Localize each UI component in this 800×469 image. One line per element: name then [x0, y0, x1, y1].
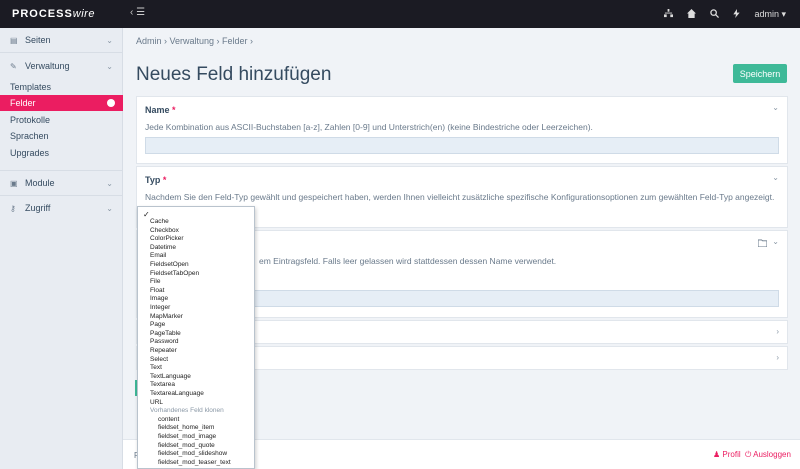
logout-link[interactable]: ⏻ Ausloggen: [745, 450, 791, 460]
folder-icon[interactable]: [757, 239, 768, 249]
dropdown-option[interactable]: Cache: [150, 218, 169, 227]
dropdown-clone-option[interactable]: content: [158, 416, 179, 425]
dropdown-option[interactable]: Page: [150, 321, 165, 330]
breadcrumb[interactable]: Admin › Verwaltung › Felder ›: [136, 36, 253, 46]
logo-strong: PROCESS: [12, 8, 73, 20]
type-label-text: Typ: [145, 175, 161, 185]
sidebar-subitem-templates[interactable]: Templates: [0, 79, 123, 95]
dropdown-option[interactable]: Integer: [150, 304, 170, 313]
chevron-down-icon: ⌄: [106, 178, 113, 188]
sidebar-toggle-button[interactable]: ‹ ☰: [130, 7, 145, 18]
sidebar-item-seiten[interactable]: ▤ Seiten ⌄: [0, 28, 123, 52]
name-description: Jede Kombination aus ASCII-Buchstaben [a…: [145, 122, 593, 132]
search-icon[interactable]: [710, 8, 720, 20]
dropdown-clone-option[interactable]: fieldset_mod_image: [158, 433, 216, 442]
divider: [0, 52, 123, 53]
globe-icon: [107, 99, 115, 107]
chevron-right-icon: ›: [776, 353, 779, 362]
file-icon: ▤: [10, 35, 18, 45]
sidebar-item-zugriff[interactable]: ⚷ Zugriff ⌄: [0, 196, 123, 220]
sidebar-item-module[interactable]: ▣ Module ⌄: [0, 171, 123, 195]
collapse-chevron-icon[interactable]: ⌄: [772, 103, 779, 112]
dropdown-option[interactable]: URL: [150, 399, 163, 408]
chevron-down-icon: ⌄: [106, 35, 113, 45]
name-panel: Name * ⌄ Jede Kombination aus ASCII-Buch…: [136, 96, 788, 164]
required-marker: *: [172, 105, 176, 115]
dropdown-option[interactable]: MapMarker: [150, 313, 183, 322]
collapse-chevron-icon[interactable]: ⌄: [772, 173, 779, 182]
chevron-right-icon: ›: [776, 327, 779, 336]
dropdown-option[interactable]: Password: [150, 338, 179, 347]
chevron-down-icon: ⌄: [106, 61, 113, 71]
name-label-text: Name: [145, 105, 170, 115]
dropdown-clone-option[interactable]: fieldset_mod_quote: [158, 442, 215, 451]
sidebar: ▤ Seiten ⌄ ✎ Verwaltung ⌄ Templates Feld…: [0, 28, 123, 469]
name-input[interactable]: [145, 137, 779, 154]
page-title: Neues Feld hinzufügen: [136, 64, 332, 85]
sidebar-item-verwaltung[interactable]: ✎ Verwaltung ⌄: [0, 54, 123, 78]
dropdown-option[interactable]: Checkbox: [150, 227, 179, 236]
dropdown-option[interactable]: FieldsetOpen: [150, 261, 189, 270]
top-bar: PROCESSwire ‹ ☰ admin ▾: [0, 0, 800, 28]
sidebar-item-label: Module: [25, 178, 55, 188]
label-description: em Eintragsfeld. Falls leer gelassen wir…: [259, 256, 557, 266]
processwire-logo[interactable]: PROCESSwire: [12, 8, 95, 20]
home-icon[interactable]: [687, 8, 697, 20]
dropdown-option[interactable]: Repeater: [150, 347, 177, 356]
sidebar-item-label: Zugriff: [25, 203, 51, 213]
sitemap-icon[interactable]: [664, 8, 674, 20]
sidebar-subitem-felder[interactable]: Felder: [0, 95, 123, 111]
dropdown-option[interactable]: Float: [150, 287, 164, 296]
sidebar-subitem-upgrades[interactable]: Upgrades: [0, 145, 123, 161]
dropdown-option[interactable]: Image: [150, 295, 168, 304]
name-label: Name *: [145, 105, 176, 115]
power-icon: ⏻: [745, 450, 752, 459]
dropdown-option[interactable]: Select: [150, 356, 168, 365]
chevron-down-icon: ⌄: [106, 203, 113, 213]
user-menu[interactable]: admin ▾: [754, 9, 786, 20]
dropdown-clone-option[interactable]: fieldset_mod_slideshow: [158, 450, 227, 459]
collapse-chevron-icon[interactable]: ⌄: [772, 237, 779, 246]
sidebar-item-label: Seiten: [25, 35, 51, 45]
dropdown-option[interactable]: TextLanguage: [150, 373, 191, 382]
dropdown-option[interactable]: Email: [150, 252, 166, 261]
dropdown-option[interactable]: Datetime: [150, 244, 176, 253]
dropdown-option[interactable]: ColorPicker: [150, 235, 184, 244]
key-icon: ⚷: [10, 203, 16, 213]
sidebar-subitem-label: Felder: [10, 98, 36, 108]
dropdown-group-label: Vorhandenes Feld klonen: [150, 407, 224, 415]
field-type-dropdown[interactable]: ✓ Cache Checkbox ColorPicker Datetime Email F…: [137, 206, 255, 469]
dropdown-option[interactable]: File: [150, 278, 160, 287]
required-marker: *: [162, 175, 167, 185]
save-button[interactable]: Speichern: [733, 64, 787, 83]
dropdown-option[interactable]: Text: [150, 364, 162, 373]
wrench-icon: ✎: [10, 61, 17, 71]
dropdown-option[interactable]: PageTable: [150, 330, 181, 339]
logo-light: wire: [72, 8, 95, 20]
dropdown-option[interactable]: Textarea: [150, 381, 175, 390]
profile-label: Profil: [722, 450, 741, 459]
sidebar-subitem-protokolle[interactable]: Protokolle: [0, 112, 123, 128]
dropdown-clone-option[interactable]: fieldset_mod_teaser_text: [158, 459, 231, 468]
profile-link[interactable]: ♟ Profil: [713, 450, 741, 459]
selected-checkmark-icon: ✓: [143, 210, 150, 219]
user-icon: ♟: [713, 450, 721, 459]
sidebar-subitem-sprachen[interactable]: Sprachen: [0, 128, 123, 144]
dropdown-clone-option[interactable]: fieldset_home_item: [158, 424, 214, 433]
top-icons: admin ▾: [664, 0, 786, 28]
dropdown-option[interactable]: TextareaLanguage: [150, 390, 204, 399]
plug-icon: ▣: [10, 178, 18, 188]
dropdown-option[interactable]: FieldsetTabOpen: [150, 270, 199, 279]
logout-label: Ausloggen: [753, 450, 791, 459]
lightning-icon[interactable]: [733, 8, 741, 20]
type-label: Typ *: [145, 175, 166, 185]
sidebar-item-label: Verwaltung: [25, 61, 70, 71]
type-description: Nachdem Sie den Feld-Typ gewählt und ges…: [145, 192, 775, 202]
